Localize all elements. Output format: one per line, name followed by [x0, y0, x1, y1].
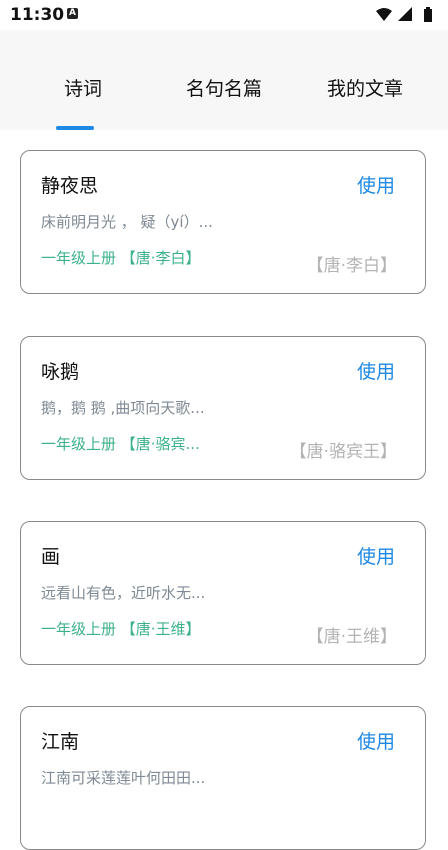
grade-label: 一年级上册 【唐·王维】 — [41, 620, 201, 638]
active-tab-indicator — [56, 126, 94, 130]
poem-excerpt: 江南可采莲莲叶何田田... — [41, 769, 206, 787]
poem-excerpt: 床前明月光 ， 疑（yí）... — [41, 213, 213, 231]
a-badge-icon: A — [67, 8, 78, 19]
signal-icon — [398, 7, 412, 21]
wifi-icon — [376, 8, 392, 21]
tab-my-articles[interactable]: 我的文章 — [290, 74, 440, 104]
poem-title: 咏鹅 — [41, 361, 80, 383]
tab-famous-quotes[interactable]: 名句名篇 — [149, 74, 299, 104]
grade-label: 一年级上册 【唐·骆宾... — [41, 435, 200, 453]
poem-title: 江南 — [41, 731, 80, 753]
status-time: 11:30 — [10, 5, 65, 25]
status-icons — [374, 6, 442, 24]
poem-card[interactable]: 咏鹅 使用 鹅，鹅 鹅 ,曲项向天歌... 一年级上册 【唐·骆宾... 【唐·… — [20, 336, 426, 480]
tab-poems[interactable]: 诗词 — [8, 74, 158, 104]
use-button[interactable]: 使用 — [357, 171, 395, 198]
poem-title: 画 — [41, 546, 61, 568]
poem-card[interactable]: 江南 使用 江南可采莲莲叶何田田... — [20, 706, 426, 850]
use-button[interactable]: 使用 — [357, 727, 395, 754]
author-label: 【唐·王维】 — [306, 627, 397, 647]
battery-icon — [424, 7, 432, 22]
use-button[interactable]: 使用 — [357, 357, 395, 384]
author-label: 【唐·李白】 — [306, 256, 397, 276]
poem-card[interactable]: 画 使用 远看山有色，近听水无... 一年级上册 【唐·王维】 【唐·王维】 — [20, 521, 426, 665]
poem-excerpt: 鹅，鹅 鹅 ,曲项向天歌... — [41, 399, 205, 417]
author-label: 【唐·骆宾王】 — [289, 442, 397, 462]
poem-title: 静夜思 — [41, 175, 99, 197]
grade-label: 一年级上册 【唐·李白】 — [41, 249, 201, 267]
use-button[interactable]: 使用 — [357, 542, 395, 569]
status-bar: 11:30 A — [0, 0, 448, 30]
tab-bar: 诗词 名句名篇 我的文章 — [0, 30, 448, 130]
poem-excerpt: 远看山有色，近听水无... — [41, 584, 206, 602]
poem-card[interactable]: 静夜思 使用 床前明月光 ， 疑（yí）... 一年级上册 【唐·李白】 【唐·… — [20, 150, 426, 294]
